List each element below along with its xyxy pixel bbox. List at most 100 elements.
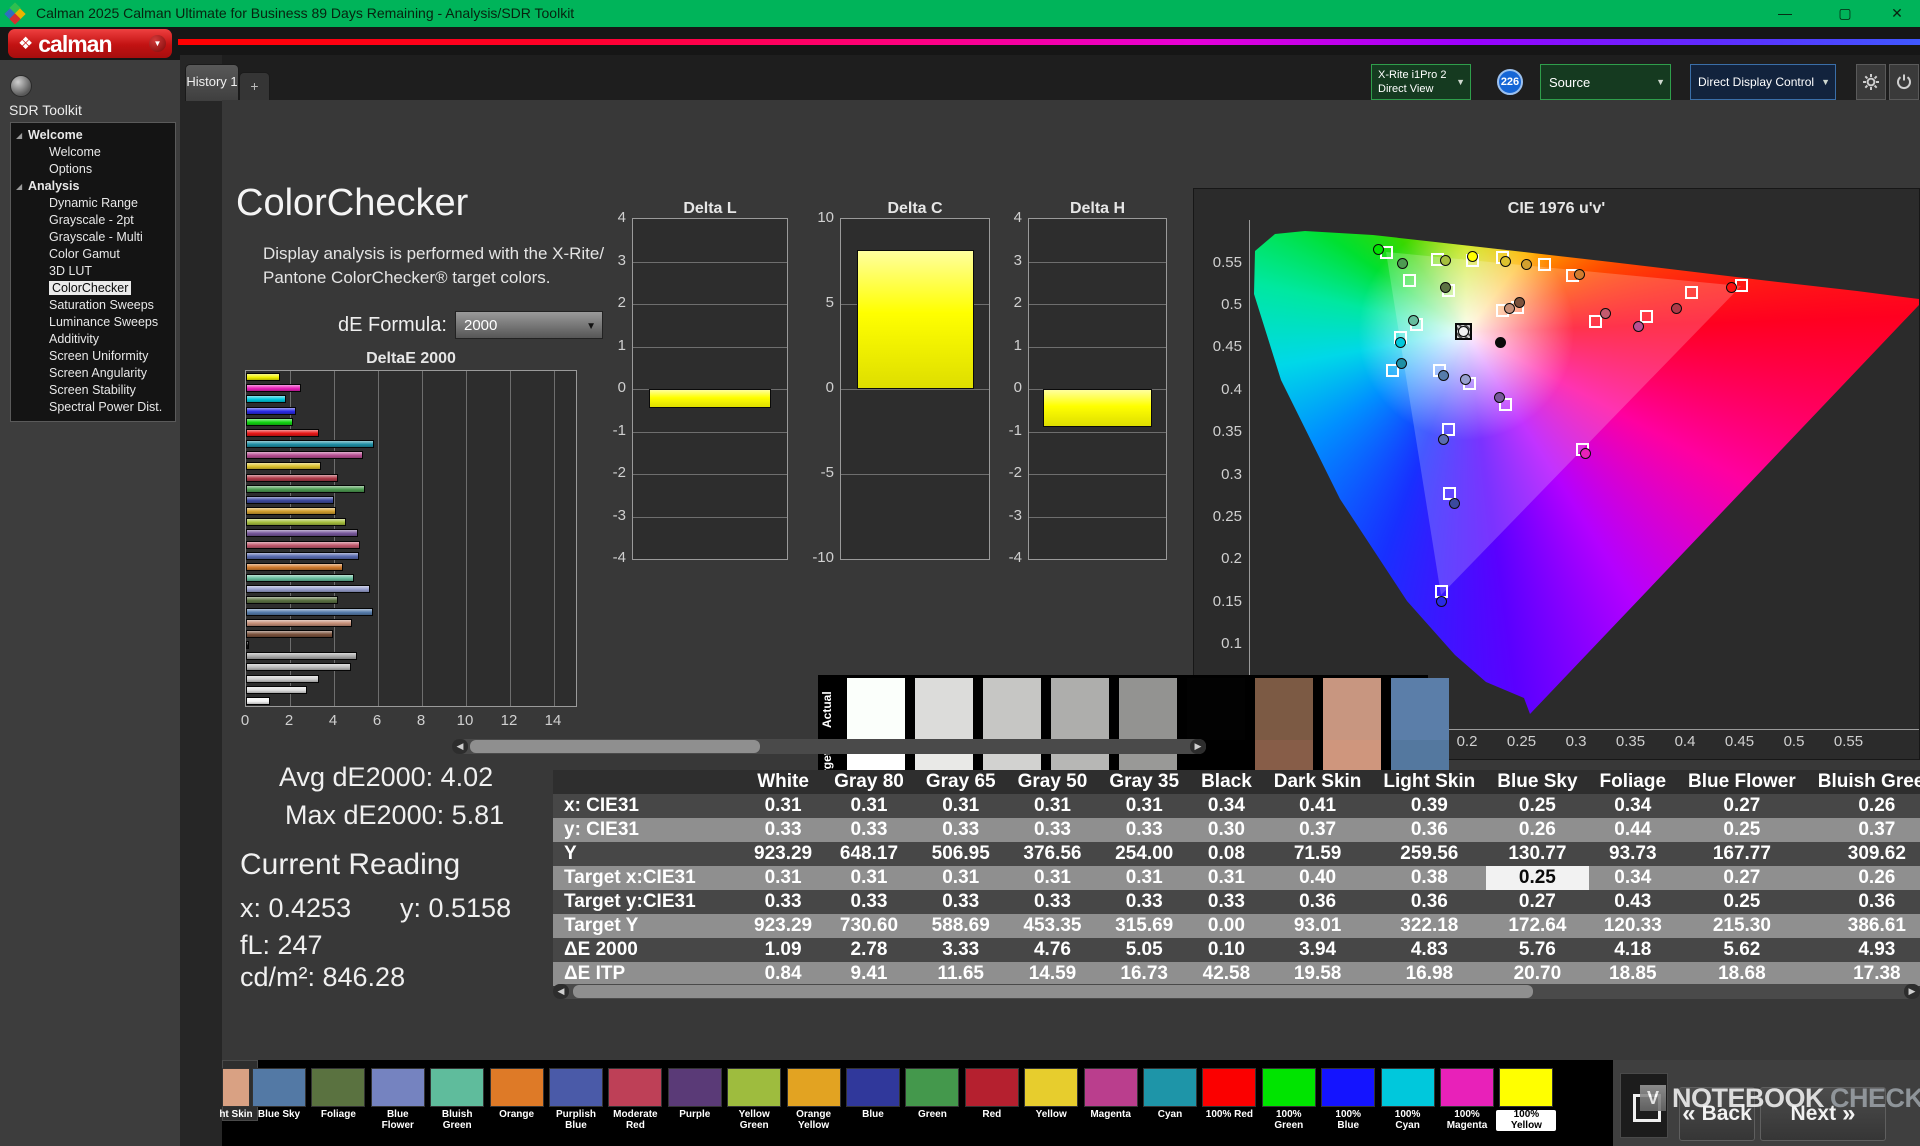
table-cell: 0.34 <box>1207 795 1245 816</box>
sidebar-item-analysis[interactable]: ◢ Analysis <box>11 178 175 195</box>
deltae-bar-100-yellow <box>246 373 281 381</box>
sidebar-item-label: Color Gamut <box>49 247 120 261</box>
sidebar-item-color-gamut[interactable]: Color Gamut <box>11 246 175 263</box>
next-button[interactable]: Next » <box>1760 1087 1886 1141</box>
color-tile-purplish-blue[interactable] <box>549 1068 603 1107</box>
color-tile-magenta[interactable] <box>1083 1068 1138 1107</box>
color-tile-orange[interactable] <box>489 1068 544 1107</box>
settings-button[interactable] <box>1856 64 1886 100</box>
color-tile-blue-flower[interactable] <box>370 1068 425 1107</box>
scroll-right-icon[interactable]: ▶ <box>1190 739 1206 754</box>
pattern-window-button[interactable] <box>1620 1073 1668 1138</box>
color-tile-ht-skin[interactable] <box>222 1068 250 1107</box>
sidebar-item-dynamic-range[interactable]: Dynamic Range <box>11 195 175 212</box>
tile-label: Foliage <box>320 1109 356 1120</box>
color-tile-100-green[interactable] <box>1261 1068 1316 1107</box>
color-tile-purple[interactable] <box>667 1068 722 1107</box>
table-cell: 130.77 <box>1508 843 1567 864</box>
minimize-button[interactable]: — <box>1770 2 1800 24</box>
display-control-label: Direct Display Control <box>1698 75 1815 89</box>
delta-l-chart <box>632 218 788 560</box>
patch-actual <box>1187 678 1245 740</box>
row-label-x-cie31: x: CIE31 <box>564 795 639 816</box>
reading-cdm2: cd/m²: 846.28 <box>240 962 406 992</box>
sidebar-item-label: Options <box>49 162 93 176</box>
tile-label: 100% Cyan <box>1394 1109 1421 1131</box>
max-de2000: Max dE2000: 5.81 <box>285 800 505 830</box>
color-tile-blue[interactable] <box>846 1068 900 1107</box>
scroll-left-icon[interactable]: ◀ <box>452 739 468 754</box>
close-button[interactable]: ✕ <box>1882 2 1912 24</box>
meter-count-badge[interactable]: 226 <box>1497 69 1523 95</box>
gridline <box>1029 431 1166 433</box>
back-button[interactable]: « Back <box>1679 1087 1755 1141</box>
sidebar-item-spectral-power-dist-[interactable]: Spectral Power Dist. <box>11 399 175 416</box>
color-tile-red[interactable] <box>964 1068 1019 1107</box>
table-cell: 0.41 <box>1299 795 1337 816</box>
window-title: Calman 2025 Calman Ultimate for Business… <box>36 5 575 21</box>
gridline <box>841 389 989 390</box>
sidebar-item-saturation-sweeps[interactable]: Saturation Sweeps <box>11 297 175 314</box>
tab-history-1[interactable]: History 1 <box>185 64 239 101</box>
sidebar-item-welcome[interactable]: Welcome <box>11 144 175 161</box>
color-tile-100-magenta[interactable] <box>1440 1068 1494 1107</box>
display-control-selector[interactable]: Direct Display Control ▼ <box>1690 64 1836 100</box>
table-row: y: CIE31 0.33 0.33 0.33 0.33 0.33 0.30 0.37 0.36… <box>553 818 1920 842</box>
color-tile-cyan[interactable] <box>1143 1068 1197 1107</box>
calman-menu-button[interactable]: ❖ calman ▼ <box>8 29 172 58</box>
meter-status-icon[interactable] <box>10 75 32 97</box>
color-tile-100-yellow[interactable] <box>1499 1068 1554 1107</box>
scrollbar-thumb[interactable] <box>573 985 1533 998</box>
deltae-bar-100-magenta <box>246 384 301 393</box>
color-tile-foliage[interactable] <box>311 1068 366 1107</box>
deltae-bar-purplish-blue <box>246 551 360 560</box>
sidebar-item-3d-lut[interactable]: 3D LUT <box>11 263 175 280</box>
source-label: Source <box>1549 75 1591 90</box>
table-scrollbar[interactable]: ◀ ▶ <box>553 984 1920 999</box>
table-cell: 167.77 <box>1712 843 1771 864</box>
color-tile-moderate-red[interactable] <box>608 1068 663 1107</box>
sidebar-item-grayscale-2pt[interactable]: Grayscale - 2pt <box>11 212 175 229</box>
scrollbar-thumb[interactable] <box>470 740 760 753</box>
sidebar-item-welcome[interactable]: ◢ Welcome <box>11 127 175 144</box>
table-cell: 0.33 <box>942 819 980 840</box>
color-tile-yellow-green[interactable] <box>727 1068 782 1107</box>
source-selector[interactable]: Source ▼ <box>1540 64 1671 100</box>
color-tile-orange-yellow[interactable] <box>786 1068 841 1107</box>
column-header-dark-skin: Dark Skin <box>1273 771 1362 792</box>
patch-strip-scrollbar[interactable]: ◀ ▶ <box>452 739 1206 754</box>
sidebar-item-screen-stability[interactable]: Screen Stability <box>11 382 175 399</box>
sidebar-item-grayscale-multi[interactable]: Grayscale - Multi <box>11 229 175 246</box>
color-tile-green[interactable] <box>905 1068 960 1107</box>
table-cell: 20.70 <box>1513 963 1562 984</box>
meter-selector[interactable]: X-Rite i1Pro 2 Direct View ▼ <box>1371 64 1471 100</box>
color-tile-100-red[interactable] <box>1202 1068 1257 1107</box>
sidebar-item-screen-uniformity[interactable]: Screen Uniformity <box>11 348 175 365</box>
color-tile-100-blue[interactable] <box>1321 1068 1376 1107</box>
deltae-bar-foliage <box>246 596 338 605</box>
reading-x: x: 0.4253 <box>240 893 352 923</box>
sidebar-item-screen-angularity[interactable]: Screen Angularity <box>11 365 175 382</box>
sidebar-item-options[interactable]: Options <box>11 161 175 178</box>
deltae-bar-100-green <box>246 417 294 426</box>
color-tile-100-cyan[interactable] <box>1380 1068 1435 1107</box>
add-tab-button[interactable]: + <box>239 72 270 101</box>
tree-expand-icon[interactable]: ◢ <box>16 127 22 144</box>
session-power-button[interactable] <box>1889 64 1919 100</box>
chevrons-right-icon: » <box>1842 1100 1856 1127</box>
maximize-button[interactable]: ▢ <box>1830 2 1860 24</box>
deltae-bar-gray-50 <box>246 663 351 672</box>
gridline <box>510 371 511 706</box>
table-cell: 3.94 <box>1299 939 1337 960</box>
color-tile-blue-sky[interactable] <box>252 1068 306 1107</box>
sidebar-item-colorchecker[interactable]: ColorChecker <box>11 280 175 297</box>
scroll-left-icon[interactable]: ◀ <box>553 984 569 999</box>
scroll-right-icon[interactable]: ▶ <box>1904 984 1920 999</box>
tree-expand-icon[interactable]: ◢ <box>16 178 22 195</box>
sidebar-item-luminance-sweeps[interactable]: Luminance Sweeps <box>11 314 175 331</box>
sidebar-item-additivity[interactable]: Additivity <box>11 331 175 348</box>
color-tile-yellow[interactable] <box>1024 1068 1079 1107</box>
table-cell: 0.33 <box>1207 891 1245 912</box>
color-tile-bluish-green[interactable] <box>430 1068 485 1107</box>
de-formula-select[interactable]: 2000 ▼ <box>455 311 603 339</box>
